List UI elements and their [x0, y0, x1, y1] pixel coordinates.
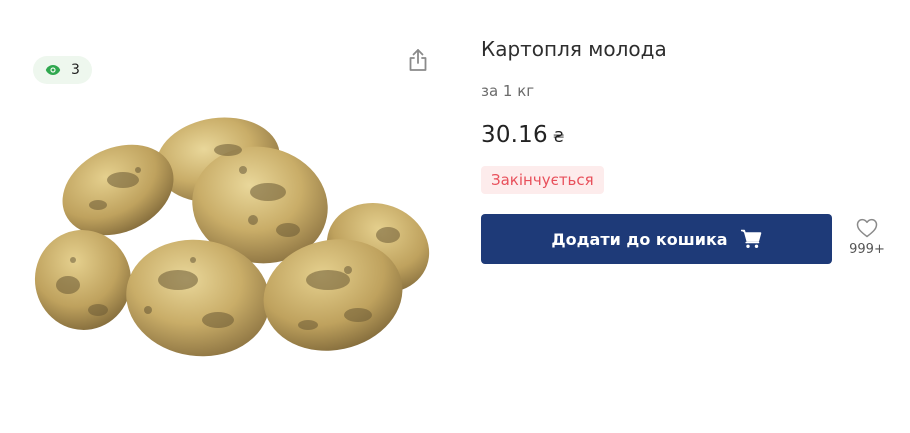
product-price: 30.16 ₴: [481, 122, 564, 148]
product-image: [34, 117, 430, 357]
views-badge: 3: [33, 56, 92, 84]
heart-icon: [856, 218, 878, 238]
add-to-cart-label: Додати до кошика: [551, 229, 728, 249]
wishlist-button[interactable]: 999+: [847, 218, 887, 257]
product-title: Картопля молода: [481, 37, 667, 61]
add-to-cart-button[interactable]: Додати до кошика: [481, 214, 832, 264]
price-currency: ₴: [552, 128, 565, 146]
price-amount: 30.16: [481, 122, 548, 148]
eye-icon: [45, 65, 61, 75]
share-button[interactable]: [405, 46, 431, 74]
product-unit: за 1 кг: [481, 82, 535, 100]
wishlist-count: 999+: [849, 242, 885, 257]
cart-icon: [740, 229, 761, 248]
views-count: 3: [71, 62, 80, 78]
share-icon: [409, 49, 427, 71]
stock-status-badge: Закінчується: [481, 166, 604, 194]
